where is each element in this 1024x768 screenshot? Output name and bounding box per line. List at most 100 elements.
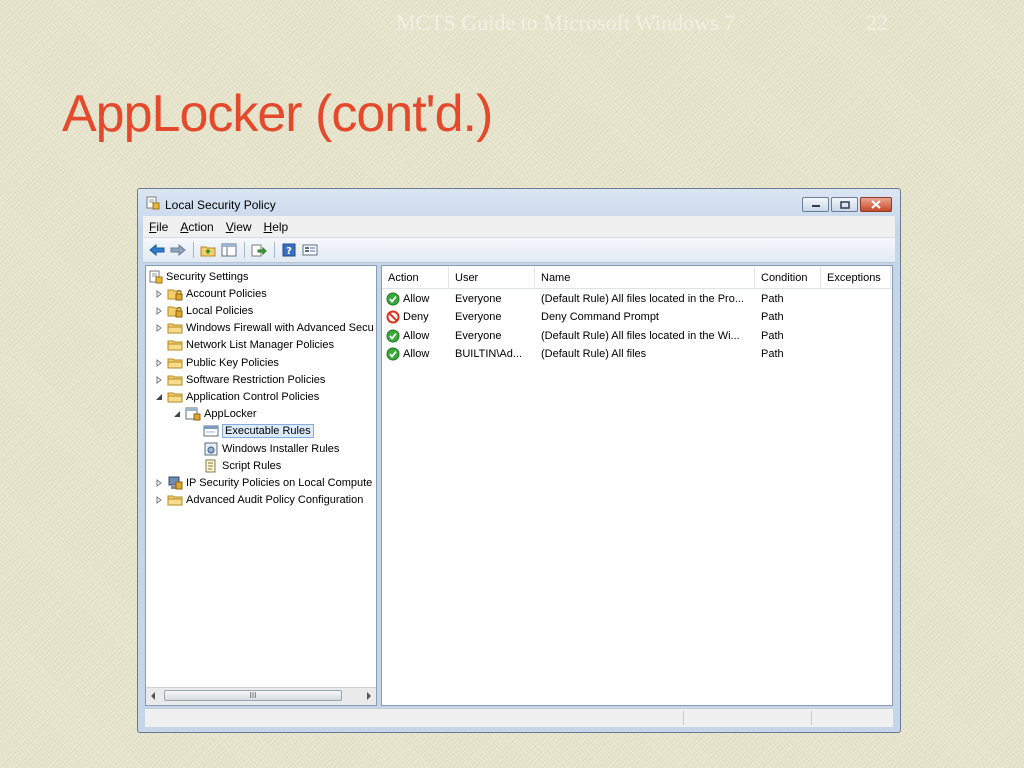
collapsed-triangle-icon[interactable] [154, 478, 164, 488]
rule-row[interactable]: Allow Everyone (Default Rule) All files lo… [382, 327, 892, 345]
tree-item[interactable]: Software Restriction Policies [154, 371, 325, 388]
allow-icon [386, 292, 400, 306]
close-button[interactable] [860, 197, 892, 212]
cell-name: (Default Rule) All files [541, 347, 647, 360]
script-rules-icon [203, 459, 219, 473]
rule-row[interactable]: Allow Everyone (Default Rule) All files lo… [382, 290, 892, 308]
back-button[interactable] [147, 241, 167, 259]
tree-expander-blank [190, 426, 200, 436]
tree-item[interactable]: Windows Installer Rules [190, 440, 339, 457]
collapsed-triangle-icon[interactable] [154, 495, 164, 505]
menu-help-label: elp [272, 219, 289, 234]
tree-pane: Security Settings Account Policies Local P… [145, 265, 377, 706]
tree-item[interactable]: Account Policies [154, 285, 267, 302]
cell-exceptions [821, 345, 891, 363]
slide-title: AppLocker (cont'd.) [62, 85, 493, 143]
ip-security-icon [167, 476, 183, 490]
tree-item[interactable]: IP Security Policies on Local Compute [154, 474, 372, 491]
tree-expander-blank [190, 461, 200, 471]
cell-exceptions [821, 327, 891, 345]
tree-item[interactable]: Application Control Policies [154, 388, 319, 405]
collapsed-triangle-icon[interactable] [154, 375, 164, 385]
cell-exceptions [821, 290, 891, 308]
cell-action: Allow [382, 327, 449, 345]
menu-action-label: ction [188, 219, 214, 234]
folder-icon [167, 493, 183, 507]
column-header: Action User Name Condition Exceptions [382, 266, 892, 289]
cell-user: Everyone [455, 329, 502, 342]
cell-user: Everyone [455, 293, 502, 305]
rule-row[interactable]: Allow BUILTIN\Ad... (Default Rule) All fil… [382, 345, 892, 363]
show-hide-tree-icon [221, 243, 237, 257]
maximize-button[interactable] [831, 197, 858, 212]
cell-condition: Path [761, 293, 784, 305]
properties-button[interactable] [300, 241, 320, 259]
folder-icon [167, 356, 183, 370]
tree-item[interactable]: Local Policies [154, 302, 253, 319]
status-bar [145, 708, 893, 727]
security-settings-icon [149, 270, 163, 284]
scroll-right-icon[interactable] [365, 691, 373, 704]
expanded-triangle-icon[interactable] [154, 392, 164, 402]
show-hide-tree-button[interactable] [219, 241, 239, 259]
menu-view-label: iew [233, 219, 252, 234]
rule-row[interactable]: Deny Everyone Deny Command Prompt Path [382, 308, 892, 326]
menu-view[interactable]: View [226, 220, 252, 234]
tree-item[interactable]: Security Settings [149, 268, 249, 285]
collapsed-triangle-icon[interactable] [154, 289, 164, 299]
forward-button[interactable] [168, 241, 188, 259]
cell-name: Deny Command Prompt [541, 311, 659, 324]
toolbar: ? [143, 238, 895, 263]
folder-icon [167, 321, 183, 335]
tree-item-label: Application Control Policies [186, 390, 320, 403]
column-name[interactable]: Name [535, 266, 755, 288]
column-condition[interactable]: Condition [755, 266, 821, 288]
horizontal-scrollbar[interactable]: III [146, 687, 376, 705]
menu-action[interactable]: Action [180, 220, 213, 234]
collapsed-triangle-icon[interactable] [154, 358, 164, 368]
tree-item[interactable]: AppLocker [172, 406, 257, 423]
title-bar[interactable]: Local Security Policy [138, 189, 900, 215]
cell-condition: Path [761, 329, 784, 342]
action-label: Deny [403, 311, 429, 324]
export-list-button[interactable] [249, 241, 269, 259]
properties-icon [302, 244, 318, 256]
tree-item[interactable]: Public Key Policies [154, 354, 279, 371]
expanded-triangle-icon[interactable] [172, 409, 182, 419]
tree-item-label: Advanced Audit Policy Configuration [186, 494, 364, 507]
tree-item[interactable]: Windows Firewall with Advanced Secu [154, 320, 374, 337]
course-name: MCTS Guide to Microsoft Windows 7 [396, 10, 736, 35]
tree-expander-blank [190, 444, 200, 454]
up-one-level-button[interactable] [198, 241, 218, 259]
minimize-button[interactable] [802, 197, 829, 212]
menu-help-accel: H [263, 219, 273, 234]
tree-item[interactable]: Script Rules [190, 457, 281, 474]
toolbar-separator [193, 242, 194, 258]
tree-item[interactable]: Network List Manager Policies [154, 337, 334, 354]
collapsed-triangle-icon[interactable] [154, 323, 164, 333]
collapsed-triangle-icon[interactable] [154, 306, 164, 316]
menu-help[interactable]: Help [264, 220, 289, 234]
slide-header: MCTS Guide to Microsoft Windows 7 22 [396, 10, 896, 40]
tree-item-label: Script Rules [222, 459, 282, 472]
cell-name: (Default Rule) All files located in the … [541, 329, 740, 342]
column-action[interactable]: Action [382, 266, 449, 288]
tree-item[interactable]: Executable Rules [190, 423, 314, 440]
action-label: Allow [403, 329, 430, 342]
window-title: Local Security Policy [165, 198, 276, 212]
action-label: Allow [403, 293, 430, 305]
minimize-icon [811, 204, 820, 207]
cell-action: Deny [382, 308, 449, 326]
help-button[interactable]: ? [279, 241, 299, 259]
scrollbar-grip: III [249, 691, 257, 700]
scrollbar-thumb[interactable]: III [164, 690, 342, 701]
scroll-left-icon[interactable] [149, 691, 157, 704]
tree-item-label: Windows Installer Rules [222, 442, 340, 455]
tree-item[interactable]: Advanced Audit Policy Configuration [154, 492, 363, 509]
maximize-icon [839, 200, 850, 209]
menu-file[interactable]: File [149, 220, 168, 234]
deny-icon [386, 310, 400, 324]
applocker-icon [185, 407, 201, 421]
column-user[interactable]: User [449, 266, 535, 288]
column-exceptions[interactable]: Exceptions [821, 266, 891, 288]
